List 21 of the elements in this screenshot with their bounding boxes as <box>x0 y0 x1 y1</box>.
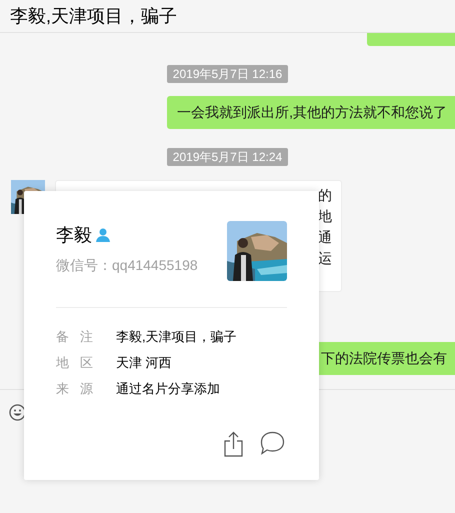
field-label: 地区 <box>56 354 106 372</box>
message-text: 的 <box>318 186 332 205</box>
message-text: 一会我就到派出所,其他的方法就不和您说了 <box>177 103 447 122</box>
field-label: 备注 <box>56 328 106 346</box>
emoji-icon[interactable] <box>9 404 26 421</box>
timestamp: 2019年5月7日 12:16 <box>166 65 288 83</box>
person-icon <box>96 228 110 242</box>
field-value: 通过名片分享添加 <box>116 380 220 398</box>
message-text: 运 <box>318 249 332 268</box>
field-label: 来源 <box>56 380 106 398</box>
wechat-id: 微信号：qq414455198 <box>56 256 198 275</box>
field-value: 天津 河西 <box>116 354 172 372</box>
timestamp: 2019年5月7日 12:24 <box>166 148 288 166</box>
chat-title: 李毅,天津项目，骗子 <box>10 7 178 25</box>
message-text: 通 <box>318 228 332 247</box>
message-text: 地 <box>318 207 332 226</box>
chat-icon[interactable] <box>260 431 285 455</box>
field-value: 李毅,天津项目，骗子 <box>116 328 237 346</box>
message-text: 下的法院传票也会有 <box>321 349 447 368</box>
contact-name: 李毅 <box>56 224 92 247</box>
share-icon[interactable] <box>224 431 244 457</box>
